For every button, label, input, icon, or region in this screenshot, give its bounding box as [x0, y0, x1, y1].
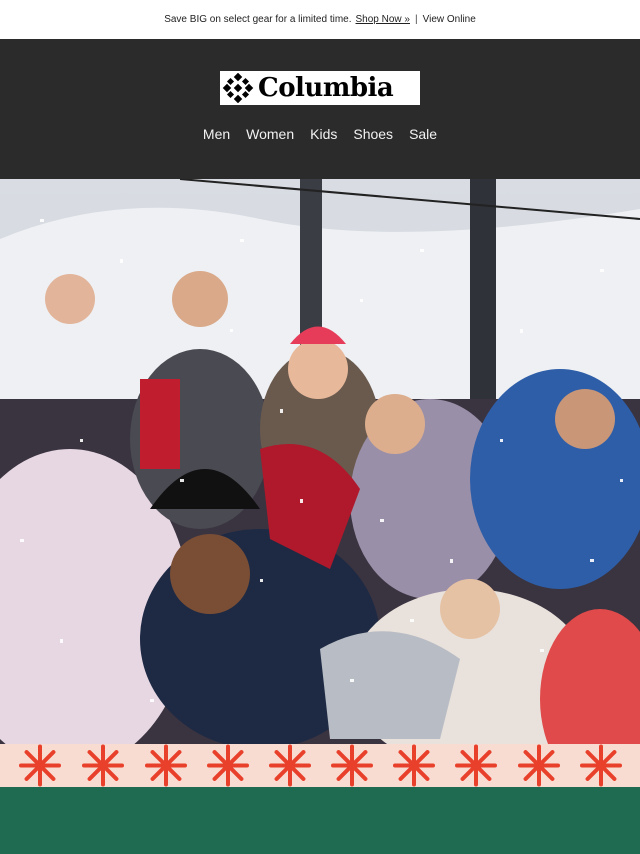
- nav-shoes[interactable]: Shoes: [345, 125, 401, 143]
- view-online-link[interactable]: View Online: [423, 14, 476, 25]
- asterisk-star-icon: [455, 744, 497, 787]
- asterisk-star-icon: [393, 744, 435, 787]
- nav-men[interactable]: Men: [195, 125, 238, 143]
- columbia-diamond-icon: [222, 73, 254, 103]
- asterisk-star-icon: [518, 744, 560, 787]
- columbia-logo[interactable]: Columbia: [220, 71, 420, 105]
- nav-kids[interactable]: Kids: [302, 125, 345, 143]
- asterisk-star-icon: [580, 744, 622, 787]
- asterisk-star-icon: [331, 744, 373, 787]
- asterisk-star-icon: [269, 744, 311, 787]
- decorative-band: [0, 744, 640, 787]
- asterisk-band: [19, 744, 622, 787]
- preheader: Save BIG on select gear for a limited ti…: [0, 0, 640, 39]
- green-section: [0, 787, 640, 854]
- asterisk-star-icon: [19, 744, 61, 787]
- main-nav: Men Women Kids Shoes Sale: [0, 125, 640, 143]
- nav-women[interactable]: Women: [238, 125, 302, 143]
- asterisk-star-icon: [207, 744, 249, 787]
- hero-illustration: [0, 179, 640, 744]
- hero-image[interactable]: [0, 179, 640, 744]
- site-header: Columbia Men Women Kids Shoes Sale: [0, 39, 640, 179]
- shop-now-link[interactable]: Shop Now »: [356, 14, 410, 25]
- logo-wordmark: Columbia: [258, 73, 394, 103]
- separator: |: [415, 14, 418, 25]
- promo-text: Save BIG on select gear for a limited ti…: [164, 14, 352, 25]
- nav-sale[interactable]: Sale: [401, 125, 445, 143]
- asterisk-star-icon: [145, 744, 187, 787]
- asterisk-star-icon: [82, 744, 124, 787]
